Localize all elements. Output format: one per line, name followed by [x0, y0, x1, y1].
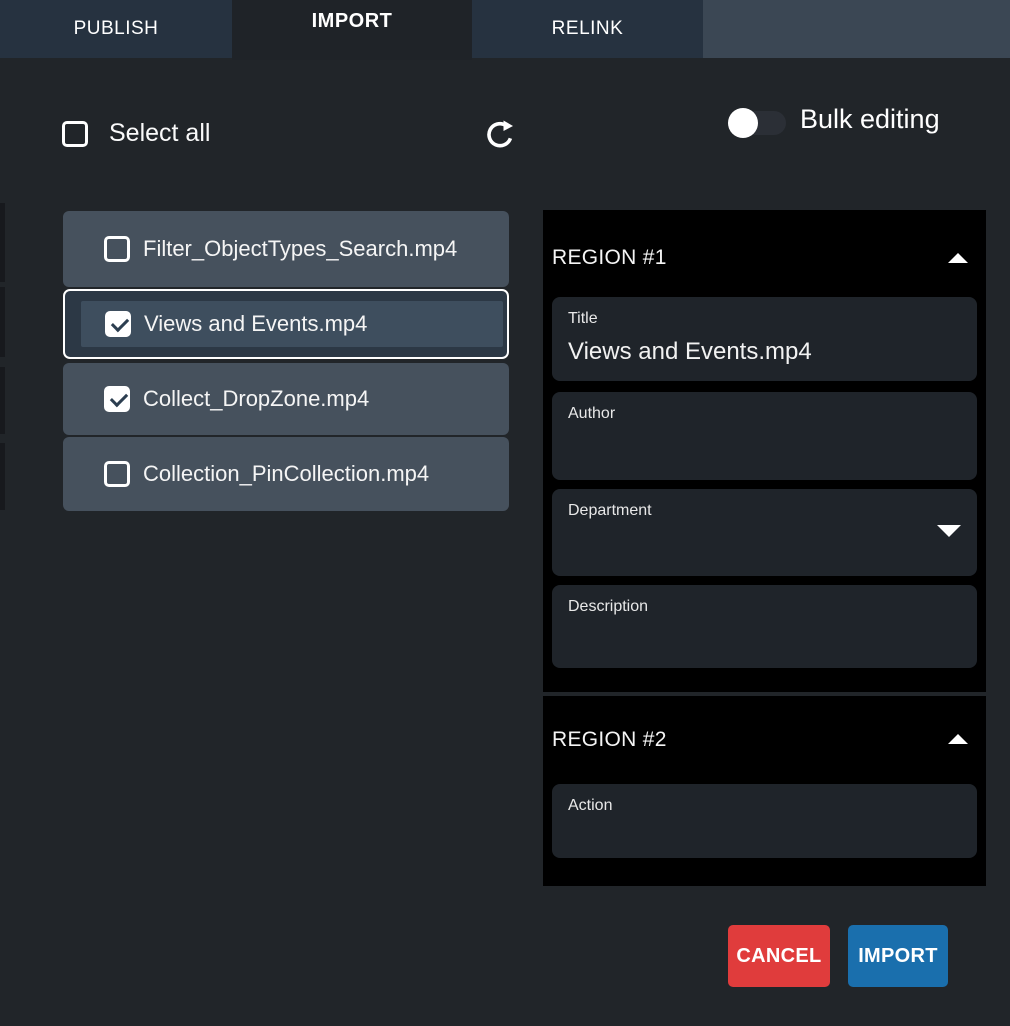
left-edge-shadow — [0, 367, 5, 434]
title-field-label: Title — [568, 310, 961, 328]
description-field[interactable]: Description — [552, 585, 977, 668]
import-button[interactable]: IMPORT — [848, 925, 948, 987]
action-field[interactable]: Action — [552, 784, 977, 858]
left-edge-shadow — [0, 203, 5, 282]
file-row[interactable]: Filter_ObjectTypes_Search.mp4 — [63, 211, 509, 287]
department-select-label: Department — [568, 502, 961, 520]
file-row[interactable]: Collection_PinCollection.mp4 — [63, 437, 509, 511]
tab-publish[interactable]: PUBLISH — [0, 0, 232, 58]
select-all-checkbox[interactable] — [62, 121, 88, 147]
department-select[interactable]: Department — [552, 489, 977, 576]
file-checkbox[interactable] — [104, 386, 130, 412]
title-field-value: Views and Events.mp4 — [568, 338, 961, 366]
author-field[interactable]: Author — [552, 392, 977, 480]
chevron-up-icon[interactable] — [948, 734, 968, 744]
title-field[interactable]: Title Views and Events.mp4 — [552, 297, 977, 381]
chevron-down-icon[interactable] — [937, 525, 961, 537]
region-1-panel: REGION #1 Title Views and Events.mp4 Aut… — [543, 210, 986, 692]
file-checkbox[interactable] — [104, 236, 130, 262]
file-name: Collection_PinCollection.mp4 — [143, 461, 429, 487]
cancel-button[interactable]: CANCEL — [728, 925, 830, 987]
import-dialog: PUBLISH IMPORT RELINK Select all Bulk ed… — [0, 0, 1010, 1026]
toggle-knob-icon — [728, 108, 758, 138]
file-checkbox[interactable] — [104, 461, 130, 487]
file-name: Filter_ObjectTypes_Search.mp4 — [143, 236, 457, 262]
tab-relink[interactable]: RELINK — [472, 0, 703, 58]
left-edge-shadow — [0, 443, 5, 510]
tab-import[interactable]: IMPORT — [232, 0, 472, 60]
tab-bar-filler — [703, 0, 1010, 58]
file-row[interactable]: Views and Events.mp4 — [63, 289, 509, 359]
region-1-title: REGION #1 — [552, 246, 667, 270]
action-field-label: Action — [568, 797, 961, 815]
select-all-label: Select all — [109, 119, 210, 148]
file-checkbox[interactable] — [105, 311, 131, 337]
left-edge-shadow — [0, 287, 5, 357]
chevron-up-icon[interactable] — [948, 253, 968, 263]
refresh-icon[interactable] — [483, 117, 517, 151]
author-field-label: Author — [568, 405, 961, 423]
file-name: Views and Events.mp4 — [144, 311, 367, 337]
bulk-editing-control: Bulk editing — [728, 104, 940, 135]
file-list: Filter_ObjectTypes_Search.mp4 Views and … — [63, 211, 509, 511]
file-row[interactable]: Collect_DropZone.mp4 — [63, 363, 509, 435]
region-2-panel: REGION #2 Action — [543, 696, 986, 886]
tab-bar: PUBLISH IMPORT RELINK — [0, 0, 1010, 58]
bulk-editing-label: Bulk editing — [800, 104, 940, 135]
select-all-control[interactable]: Select all — [62, 119, 210, 148]
bulk-editing-toggle[interactable] — [728, 111, 786, 135]
description-field-label: Description — [568, 598, 961, 616]
file-name: Collect_DropZone.mp4 — [143, 386, 369, 412]
region-2-title: REGION #2 — [552, 728, 667, 752]
